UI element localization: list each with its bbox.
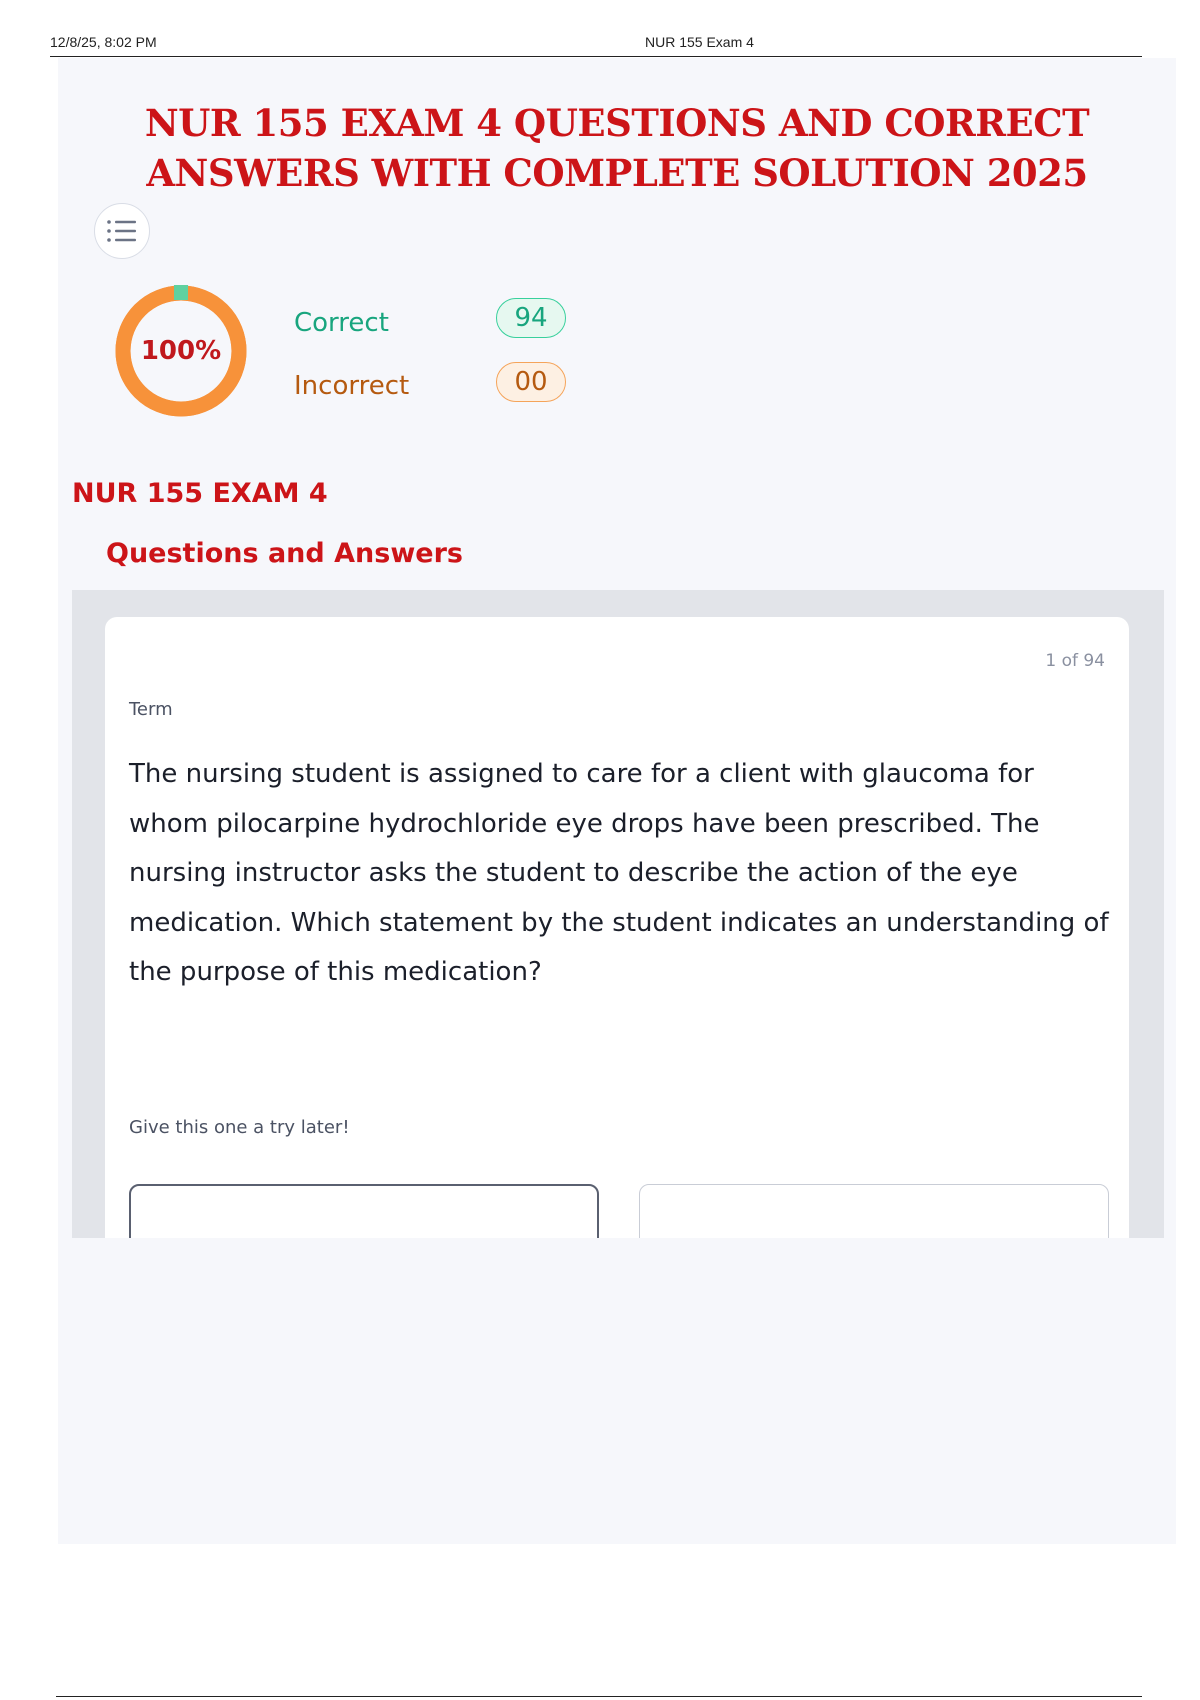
section-title: NUR 155 EXAM 4 (72, 478, 328, 509)
incorrect-count-badge: 00 (496, 362, 566, 402)
print-footer-rule (56, 1696, 1142, 1697)
print-header: 12/8/25, 8:02 PM NUR 155 Exam 4 (50, 34, 1142, 57)
score-percent: 100% (140, 336, 222, 366)
answer-option-1[interactable] (129, 1184, 599, 1238)
page-title: NUR 155 EXAM 4 QUESTIONS AND CORRECT ANS… (58, 98, 1176, 198)
page-title-line-1: NUR 155 EXAM 4 QUESTIONS AND CORRECT (144, 101, 1090, 145)
flashcard: 1 of 94 Term The nursing student is assi… (105, 617, 1129, 1238)
table-of-contents-button[interactable] (94, 203, 150, 259)
print-date: 12/8/25, 8:02 PM (50, 34, 157, 50)
print-doc-title: NUR 155 Exam 4 (645, 34, 754, 50)
list-icon (107, 220, 136, 242)
incorrect-label: Incorrect (294, 371, 410, 401)
flashcard-frame: 1 of 94 Term The nursing student is assi… (72, 590, 1164, 1238)
page-content: NUR 155 EXAM 4 QUESTIONS AND CORRECT ANS… (58, 58, 1176, 1544)
correct-label: Correct (294, 308, 389, 338)
page-title-line-2: ANSWERS WITH COMPLETE SOLUTION 2025 (146, 151, 1088, 195)
correct-count-badge: 94 (496, 298, 566, 338)
card-term-label: Term (129, 699, 173, 720)
card-counter: 1 of 94 (1045, 651, 1105, 671)
card-hint: Give this one a try later! (129, 1117, 350, 1138)
answer-option-2[interactable] (639, 1184, 1109, 1238)
section-subtitle: Questions and Answers (106, 538, 463, 569)
card-question-text: The nursing student is assigned to care … (129, 759, 1109, 987)
